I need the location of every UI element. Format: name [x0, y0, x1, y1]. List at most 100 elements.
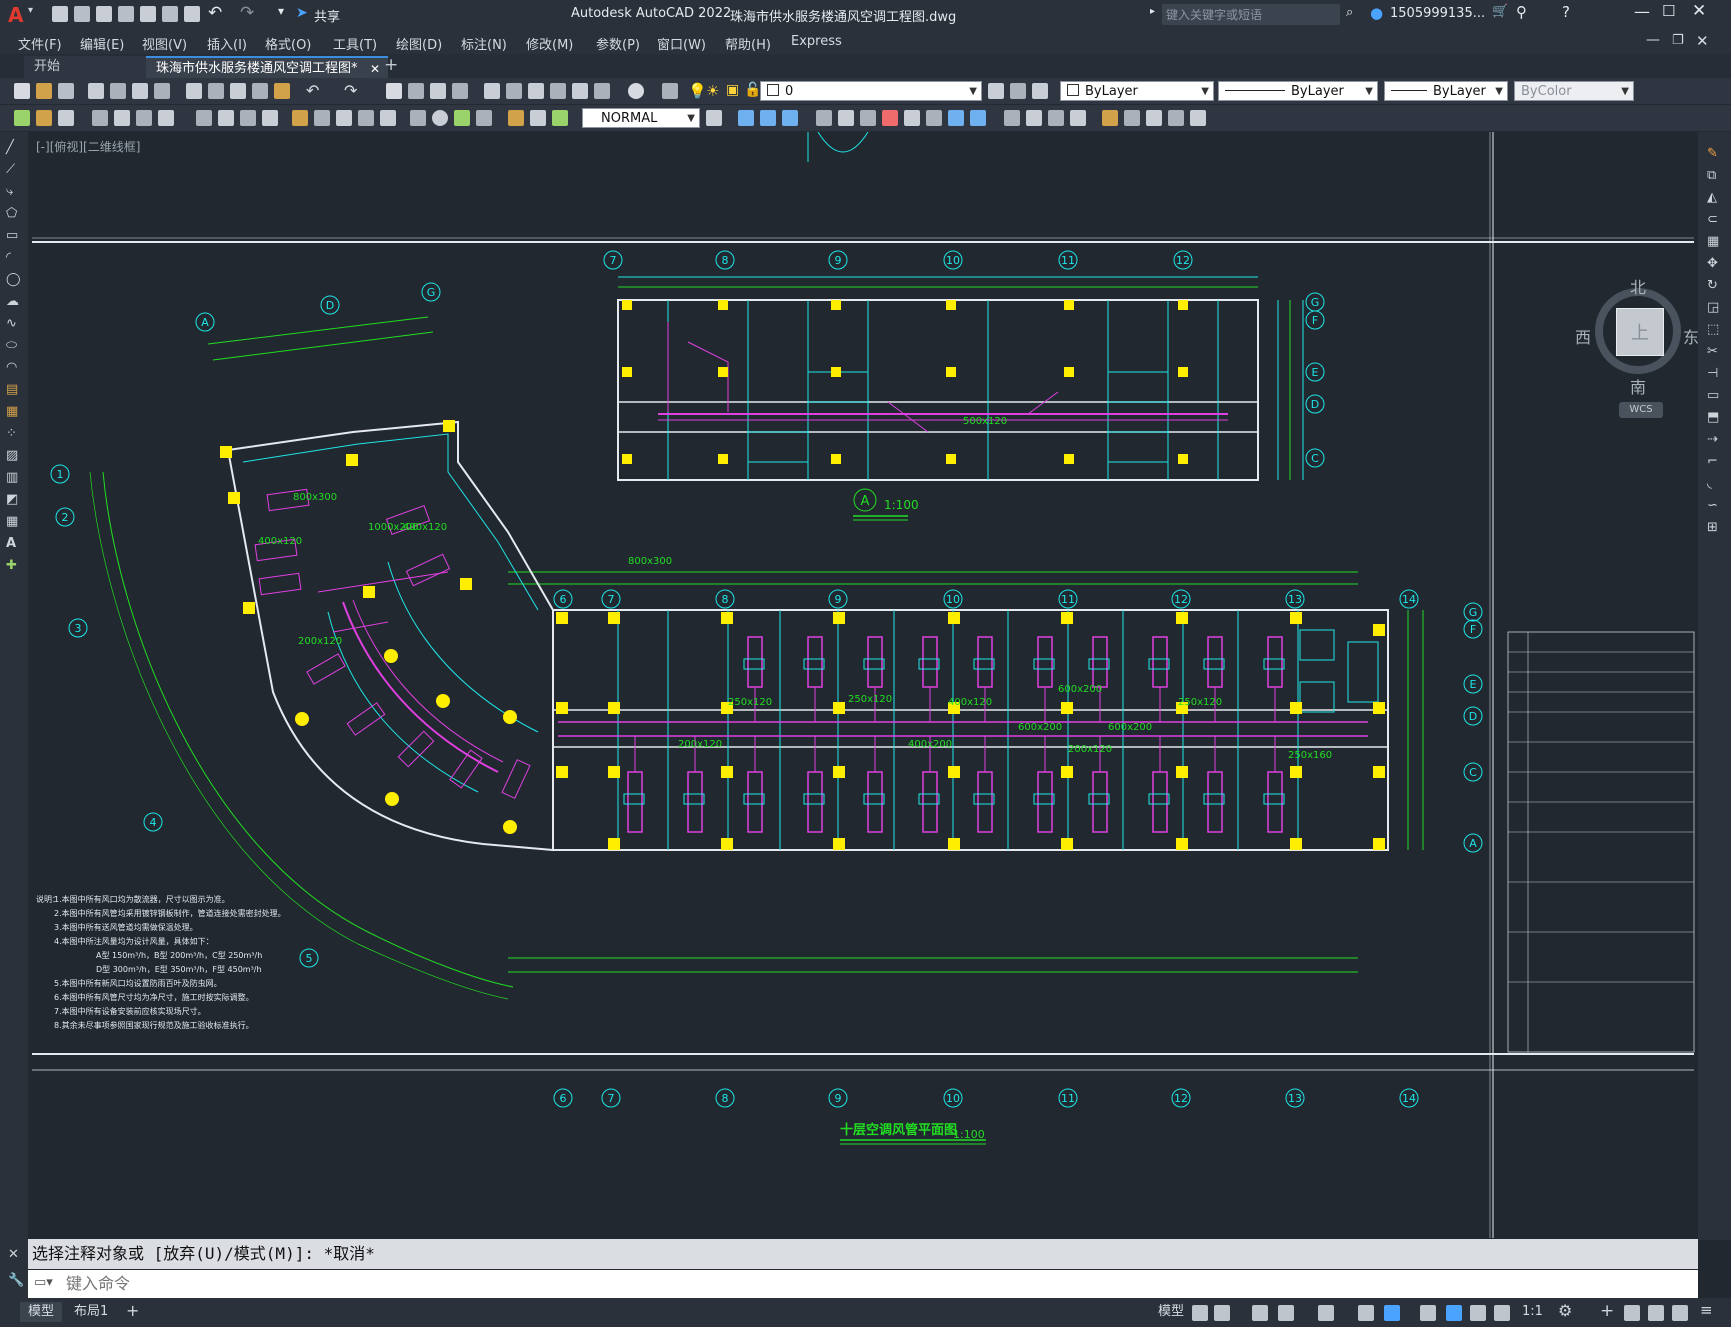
calculator-icon[interactable] [594, 83, 610, 99]
dim-continue-icon[interactable] [336, 110, 352, 126]
table-icon[interactable]: ▦ [6, 514, 22, 530]
scale-pal-icon[interactable]: ◲ [1707, 300, 1723, 316]
break-pal-icon[interactable]: ▭ [1707, 388, 1723, 404]
tool-palettes-icon[interactable] [528, 83, 544, 99]
spline-icon[interactable]: ∿ [6, 316, 22, 332]
make-block-icon[interactable]: ▦ [6, 404, 22, 420]
polyline-icon[interactable]: ⤷ [6, 184, 22, 200]
dim-break-icon[interactable] [380, 110, 396, 126]
move-icon[interactable] [860, 110, 876, 126]
plot-icon[interactable] [184, 6, 200, 22]
compass-north[interactable]: 北 [1630, 274, 1646, 298]
explode-pal-icon[interactable]: ⊞ [1707, 520, 1723, 536]
ortho-icon[interactable] [1252, 1305, 1268, 1321]
doc-minimize-icon[interactable]: — [1646, 32, 1660, 48]
point-icon[interactable]: ⁘ [6, 426, 22, 442]
paste-icon[interactable] [230, 83, 246, 99]
mirror-icon[interactable] [782, 110, 798, 126]
tolerance-icon[interactable] [410, 110, 426, 126]
stretch-pal-icon[interactable]: ⬚ [1707, 322, 1723, 338]
chamfer-icon[interactable] [1048, 110, 1064, 126]
share-icon[interactable]: ➤ [296, 5, 308, 21]
save-icon[interactable] [96, 6, 112, 22]
scale-icon[interactable] [904, 110, 920, 126]
plotstyle-dropdown[interactable]: ByColor ▼ [1514, 81, 1634, 101]
dim-diameter-icon[interactable] [240, 110, 256, 126]
qnew-icon[interactable] [14, 83, 30, 99]
open-icon[interactable] [36, 83, 52, 99]
snap-icon[interactable] [1214, 1305, 1230, 1321]
sheet-set-icon[interactable] [550, 83, 566, 99]
help-search-box[interactable]: 键入关键字或短语 [1162, 4, 1340, 25]
command-input[interactable] [64, 1273, 1668, 1297]
layer-dropdown[interactable]: 0 ▼ [760, 81, 982, 101]
layer-state-icon[interactable] [1032, 83, 1048, 99]
autocad-logo-icon[interactable]: A [8, 3, 23, 27]
annotation-scale-value[interactable]: 1:1 [1522, 1304, 1543, 1319]
break-icon[interactable] [1004, 110, 1020, 126]
block-editor-icon[interactable] [274, 83, 290, 99]
center-mark-icon[interactable] [432, 110, 448, 126]
rotate-icon[interactable] [882, 110, 898, 126]
dim-aligned-icon[interactable] [114, 110, 130, 126]
extend-pal-icon[interactable]: ⊣ [1707, 366, 1723, 382]
insert-block-icon[interactable]: ▤ [6, 382, 22, 398]
stretch-icon[interactable] [926, 110, 942, 126]
minimize-icon[interactable]: — [1634, 2, 1650, 21]
menu-edit[interactable]: 编辑(E) [80, 34, 124, 53]
help-icon[interactable]: ? [1562, 3, 1570, 21]
dim-baseline-icon[interactable] [314, 110, 330, 126]
circle-icon[interactable]: ◯ [6, 272, 22, 288]
open-file-icon[interactable] [74, 6, 90, 22]
compass-south[interactable]: 南 [1630, 374, 1646, 398]
menu-express[interactable]: Express [791, 34, 842, 49]
dim-angular-icon[interactable] [262, 110, 278, 126]
line-icon[interactable]: ╱ [6, 140, 22, 156]
workspace-gear-icon[interactable]: ⚙ [1558, 1301, 1572, 1320]
quick-dim-icon[interactable] [292, 110, 308, 126]
search-icon[interactable]: ⌕ [1346, 5, 1353, 20]
menu-file[interactable]: 文件(F) [18, 34, 62, 53]
copy-pal-icon[interactable]: ⧉ [1707, 168, 1723, 184]
menu-help[interactable]: 帮助(H) [725, 34, 771, 53]
menu-tools[interactable]: 工具(T) [333, 34, 377, 53]
annotation-visibility-icon[interactable] [1446, 1305, 1462, 1321]
fillet-icon[interactable] [1070, 110, 1086, 126]
break-at-point-icon[interactable]: ⬒ [1707, 410, 1723, 426]
save-tb-icon[interactable] [58, 83, 74, 99]
gradient-icon[interactable]: ▥ [6, 470, 22, 486]
linetype-dropdown[interactable]: ByLayer ▼ [1218, 81, 1378, 101]
make-current-layer-icon[interactable] [988, 83, 1004, 99]
clean-screen-icon[interactable] [1672, 1305, 1688, 1321]
grid-icon[interactable] [1192, 1305, 1208, 1321]
copy-icon[interactable] [208, 83, 224, 99]
dim-edit-icon[interactable] [508, 110, 524, 126]
preview-icon[interactable] [110, 83, 126, 99]
save-as-icon[interactable] [118, 6, 134, 22]
erase-pal-icon[interactable]: ✎ [1707, 146, 1723, 162]
redo-tb-icon[interactable]: ↷ [344, 81, 357, 100]
revcloud-icon[interactable]: ☁ [6, 294, 22, 310]
close-command-icon[interactable]: ✕ [8, 1247, 19, 1262]
layer-vp-icon[interactable]: ▣ [726, 82, 739, 98]
multileader-icon[interactable] [36, 110, 52, 126]
extend-icon[interactable] [970, 110, 986, 126]
layer-on-icon[interactable]: 💡 [688, 82, 707, 100]
polar-icon[interactable] [1278, 1305, 1294, 1321]
auto-scale-icon[interactable] [1470, 1305, 1486, 1321]
annotation-monitor-icon[interactable]: + [1600, 1301, 1614, 1321]
doc-close-icon[interactable]: ✕ [1696, 32, 1709, 50]
dimstyle-dropdown[interactable]: NORMAL ▼ [582, 108, 700, 128]
undo-icon[interactable]: ↶ [208, 3, 222, 23]
layer-thaw-icon[interactable]: ☀ [706, 82, 719, 100]
zoom-realtime-icon[interactable] [408, 83, 424, 99]
properties-icon[interactable] [484, 83, 500, 99]
dim-space-icon[interactable] [358, 110, 374, 126]
mtext-icon[interactable]: A [6, 536, 22, 552]
dim-radius-icon[interactable] [196, 110, 212, 126]
close-icon[interactable]: ✕ [1692, 1, 1706, 21]
lineweight-display-icon[interactable] [1420, 1305, 1436, 1321]
menu-modify[interactable]: 修改(M) [526, 34, 573, 53]
send-back-icon[interactable] [1168, 110, 1184, 126]
array-icon[interactable] [838, 110, 854, 126]
